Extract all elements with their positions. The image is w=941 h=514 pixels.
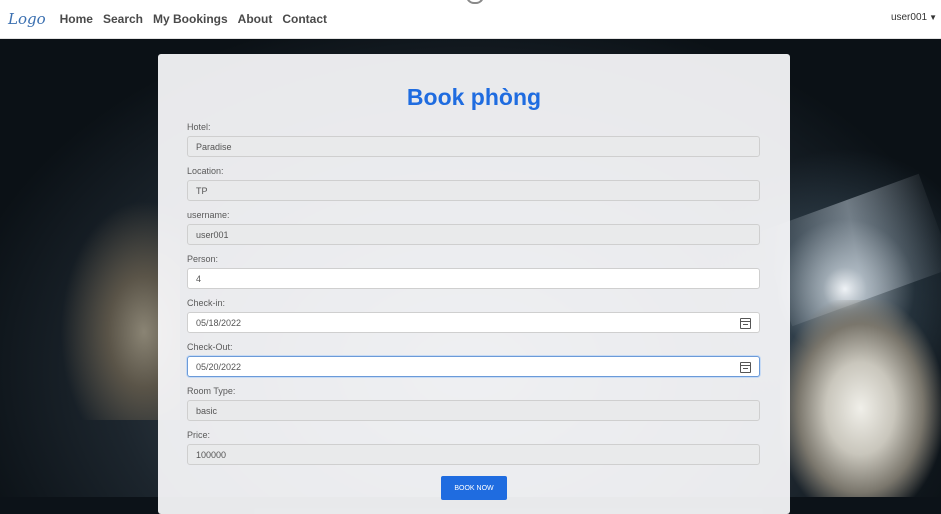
checkout-field-group: Check-Out: 05/20/2022 (187, 342, 760, 377)
location-label: Location: (187, 166, 224, 176)
room-type-field-group: Room Type: basic (187, 386, 760, 421)
nav-link-contact[interactable]: Contact (282, 12, 327, 26)
room-type-input[interactable]: basic (187, 400, 760, 421)
loading-indicator (466, 0, 484, 4)
checkin-label: Check-in: (187, 298, 226, 308)
nav-link-search[interactable]: Search (103, 12, 143, 26)
calendar-icon[interactable] (740, 362, 751, 373)
username-field-group: username: user001 (187, 210, 760, 245)
logo[interactable]: Logo (8, 10, 46, 28)
checkin-input[interactable]: 05/18/2022 (187, 312, 760, 333)
hotel-input[interactable]: Paradise (187, 136, 760, 157)
checkout-value: 05/20/2022 (196, 362, 242, 372)
nav-link-my-bookings[interactable]: My Bookings (153, 12, 228, 26)
hotel-label: Hotel: (187, 122, 211, 132)
price-label: Price: (187, 430, 211, 440)
cloud-right (780, 300, 941, 497)
user-name: user001 (890, 12, 928, 23)
checkin-field-group: Check-in: 05/18/2022 (187, 298, 760, 333)
booking-card: Book phòng Hotel: Paradise Location: TP … (158, 54, 790, 514)
navbar: Logo Home Search My Bookings About Conta… (0, 0, 941, 39)
user-menu[interactable]: user001 ▼ (891, 12, 937, 23)
location-input[interactable]: TP (187, 180, 760, 201)
room-type-label: Room Type: (187, 386, 236, 396)
location-field-group: Location: TP (187, 166, 760, 201)
person-input[interactable]: 4 (187, 268, 760, 289)
username-input[interactable]: user001 (187, 224, 760, 245)
checkout-input[interactable]: 05/20/2022 (187, 356, 760, 377)
book-now-button[interactable]: BOOK NOW (441, 476, 507, 500)
price-field-group: Price: 100000 (187, 430, 760, 465)
nav-link-about[interactable]: About (238, 12, 273, 26)
username-label: username: (187, 210, 230, 220)
calendar-icon[interactable] (740, 318, 751, 329)
checkout-label: Check-Out: (187, 342, 233, 352)
price-input[interactable]: 100000 (187, 444, 760, 465)
person-field-group: Person: 4 (187, 254, 760, 289)
nav-link-home[interactable]: Home (60, 12, 93, 26)
page-title: Book phòng (406, 84, 542, 110)
checkin-value: 05/18/2022 (196, 318, 242, 328)
chevron-down-icon: ▼ (929, 13, 937, 22)
hotel-field-group: Hotel: Paradise (187, 122, 760, 157)
person-label: Person: (187, 254, 219, 264)
